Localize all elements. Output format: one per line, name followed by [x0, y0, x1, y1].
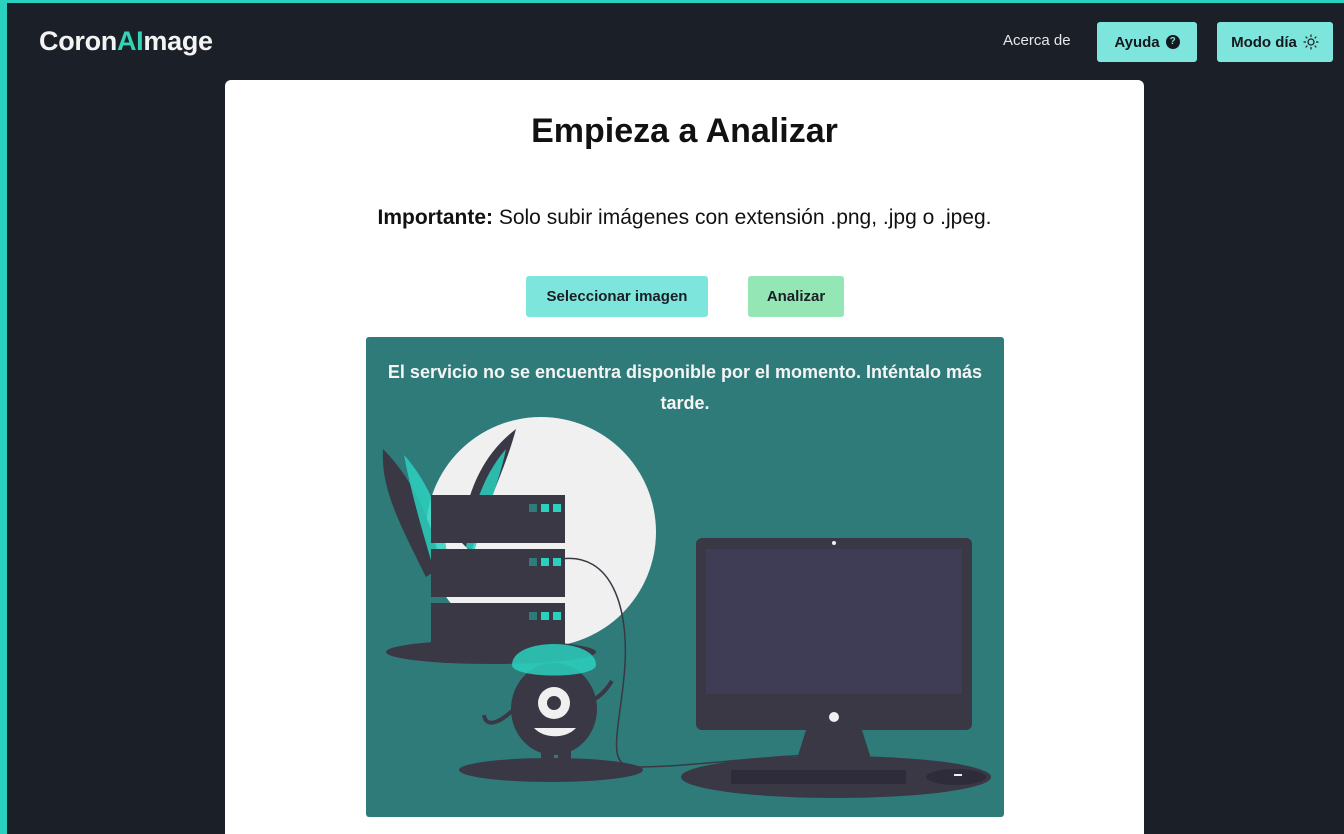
- question-circle-icon: ?: [1165, 35, 1180, 49]
- service-unavailable-panel: El servicio no se encuentra disponible p…: [366, 337, 1004, 817]
- upload-notice: Importante: Solo subir imágenes con exte…: [225, 206, 1144, 230]
- error-message: El servicio no se encuentra disponible p…: [387, 362, 983, 413]
- about-link[interactable]: Acerca de: [1003, 32, 1071, 49]
- help-button-label: Ayuda: [1114, 33, 1160, 51]
- sun-icon: [1303, 34, 1319, 50]
- day-mode-toggle[interactable]: Modo día: [1217, 22, 1333, 62]
- logo-accent: AI: [116, 26, 144, 56]
- analyze-card: Empieza a Analizar Importante: Solo subi…: [225, 80, 1144, 834]
- notice-label: Importante:: [377, 206, 494, 229]
- notice-text: Solo subir imágenes con extensión .png, …: [493, 206, 992, 229]
- help-button[interactable]: Ayuda ?: [1097, 22, 1197, 62]
- page-title: Empieza a Analizar: [531, 112, 838, 150]
- logo-prefix: Coron: [39, 26, 117, 56]
- navbar: CoronAImage Acerca de Ayuda ? Modo día: [0, 0, 1344, 84]
- app-logo[interactable]: CoronAImage: [39, 26, 213, 57]
- day-mode-label: Modo día: [1231, 33, 1297, 51]
- analyze-button[interactable]: Analizar: [748, 276, 844, 317]
- select-image-button[interactable]: Seleccionar imagen: [526, 276, 708, 317]
- logo-suffix: mage: [143, 26, 213, 56]
